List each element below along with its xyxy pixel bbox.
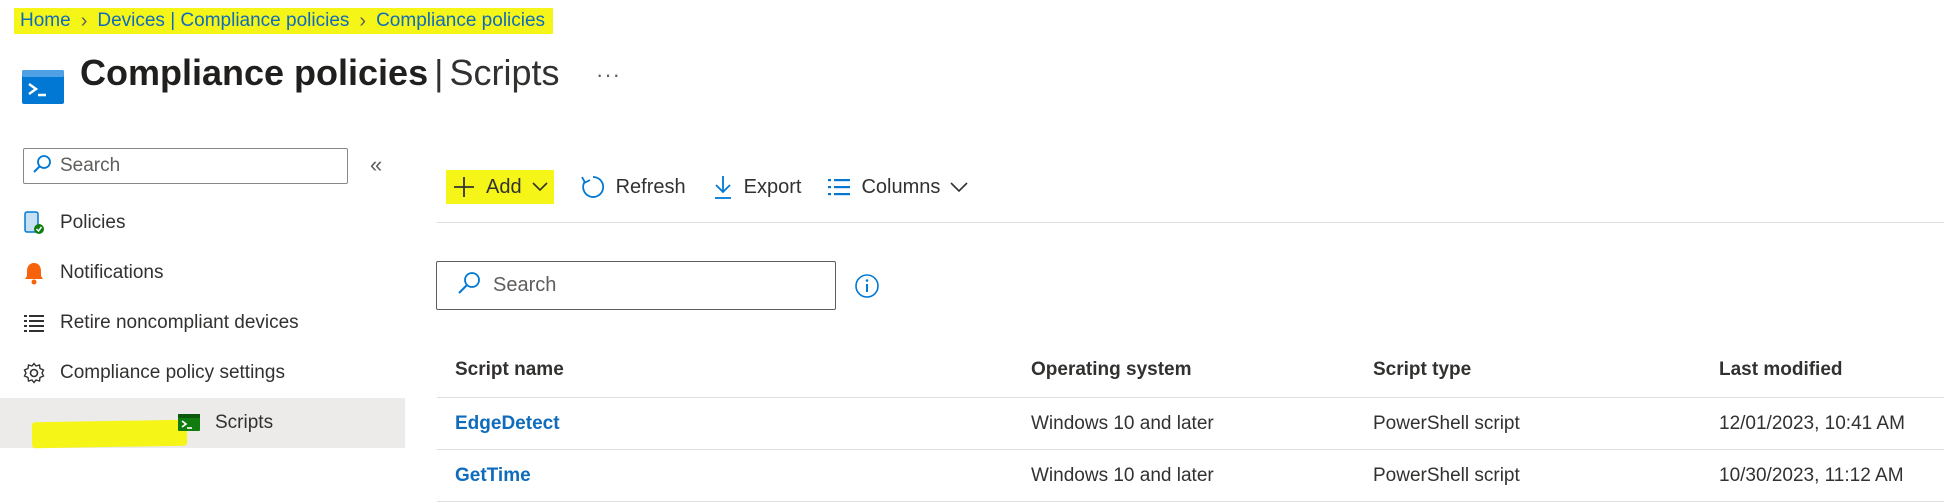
table-row[interactable]: EdgeDetect Windows 10 and later PowerShe… bbox=[437, 398, 1944, 450]
download-icon bbox=[712, 174, 734, 200]
breadcrumb-home[interactable]: Home bbox=[18, 10, 73, 32]
sidebar-item-retire-noncompliant[interactable]: Retire noncompliant devices bbox=[0, 298, 405, 348]
sidebar-item-label: Policies bbox=[60, 212, 126, 233]
sidebar-nav: Policies Notifications Retire noncomplia… bbox=[0, 198, 405, 449]
columns-list-icon bbox=[827, 177, 851, 197]
script-name-link[interactable]: GetTime bbox=[455, 465, 531, 486]
bell-icon bbox=[22, 261, 46, 285]
refresh-icon bbox=[580, 174, 606, 200]
script-blade-icon bbox=[22, 70, 64, 104]
sidebar-item-scripts[interactable]: Scripts bbox=[0, 398, 405, 449]
columns-label: Columns bbox=[861, 175, 941, 198]
page-title-sub: Scripts bbox=[449, 52, 560, 93]
info-icon[interactable] bbox=[854, 273, 880, 304]
collapse-sidebar-button[interactable]: « bbox=[370, 152, 382, 178]
page-title-separator: | bbox=[434, 52, 444, 93]
script-type-cell: PowerShell script bbox=[1373, 412, 1520, 434]
command-bar: Add Refresh Export Columns bbox=[446, 168, 994, 206]
chevron-down-icon bbox=[950, 182, 968, 192]
script-name-link[interactable]: EdgeDetect bbox=[455, 413, 560, 434]
script-icon bbox=[177, 411, 201, 435]
breadcrumb-separator-icon: › bbox=[359, 9, 367, 32]
sidebar-item-label: Scripts bbox=[215, 412, 274, 433]
last-modified-cell: 10/30/2023, 11:12 AM bbox=[1719, 464, 1904, 486]
page-title: Compliance policies | Scripts bbox=[80, 52, 560, 94]
table-row[interactable]: GetTime Windows 10 and later PowerShell … bbox=[437, 450, 1944, 502]
column-header-script-type[interactable]: Script type bbox=[1359, 359, 1703, 381]
main-search-box[interactable] bbox=[436, 261, 836, 310]
sidebar-search-box[interactable] bbox=[23, 148, 348, 184]
sidebar-item-compliance-settings[interactable]: Compliance policy settings bbox=[0, 348, 405, 398]
scripts-table: Script name Operating system Script type… bbox=[437, 342, 1944, 502]
list-icon bbox=[22, 311, 46, 335]
main-search-input[interactable] bbox=[491, 273, 825, 298]
columns-button[interactable]: Columns bbox=[827, 170, 968, 204]
search-icon bbox=[457, 271, 481, 300]
refresh-button[interactable]: Refresh bbox=[580, 170, 686, 204]
gear-icon bbox=[22, 361, 46, 385]
sidebar-item-policies[interactable]: Policies bbox=[0, 198, 405, 248]
operating-system-cell: Windows 10 and later bbox=[1031, 412, 1214, 434]
column-header-operating-system[interactable]: Operating system bbox=[1015, 359, 1359, 381]
breadcrumb: Home › Devices | Compliance policies › C… bbox=[14, 8, 554, 34]
search-icon bbox=[32, 154, 52, 179]
breadcrumb-devices-compliance[interactable]: Devices | Compliance policies bbox=[95, 10, 351, 32]
add-button[interactable]: Add bbox=[446, 170, 554, 204]
chevron-down-icon bbox=[532, 182, 548, 192]
add-label: Add bbox=[486, 175, 522, 198]
policies-icon bbox=[22, 211, 46, 235]
column-header-last-modified[interactable]: Last modified bbox=[1703, 359, 1944, 381]
sidebar-item-label: Retire noncompliant devices bbox=[60, 312, 299, 333]
sidebar-search-input[interactable] bbox=[58, 154, 332, 178]
last-modified-cell: 12/01/2023, 10:41 AM bbox=[1719, 412, 1905, 434]
table-header-row: Script name Operating system Script type… bbox=[437, 342, 1944, 398]
sidebar-item-notifications[interactable]: Notifications bbox=[0, 248, 405, 298]
breadcrumb-separator-icon: › bbox=[80, 9, 88, 32]
export-label: Export bbox=[743, 175, 802, 198]
highlight-mark bbox=[31, 419, 188, 449]
breadcrumb-compliance-policies[interactable]: Compliance policies bbox=[374, 10, 547, 32]
plus-icon bbox=[452, 175, 476, 199]
more-options-button[interactable]: ··· bbox=[596, 62, 621, 88]
sidebar-item-label: Notifications bbox=[60, 262, 164, 283]
column-header-script-name[interactable]: Script name bbox=[437, 359, 1015, 381]
export-button[interactable]: Export bbox=[712, 170, 802, 204]
operating-system-cell: Windows 10 and later bbox=[1031, 464, 1214, 486]
page-title-main: Compliance policies bbox=[80, 52, 429, 93]
toolbar-divider bbox=[437, 222, 1944, 223]
sidebar-item-label: Compliance policy settings bbox=[60, 362, 285, 383]
refresh-label: Refresh bbox=[615, 175, 686, 198]
script-type-cell: PowerShell script bbox=[1373, 464, 1520, 486]
